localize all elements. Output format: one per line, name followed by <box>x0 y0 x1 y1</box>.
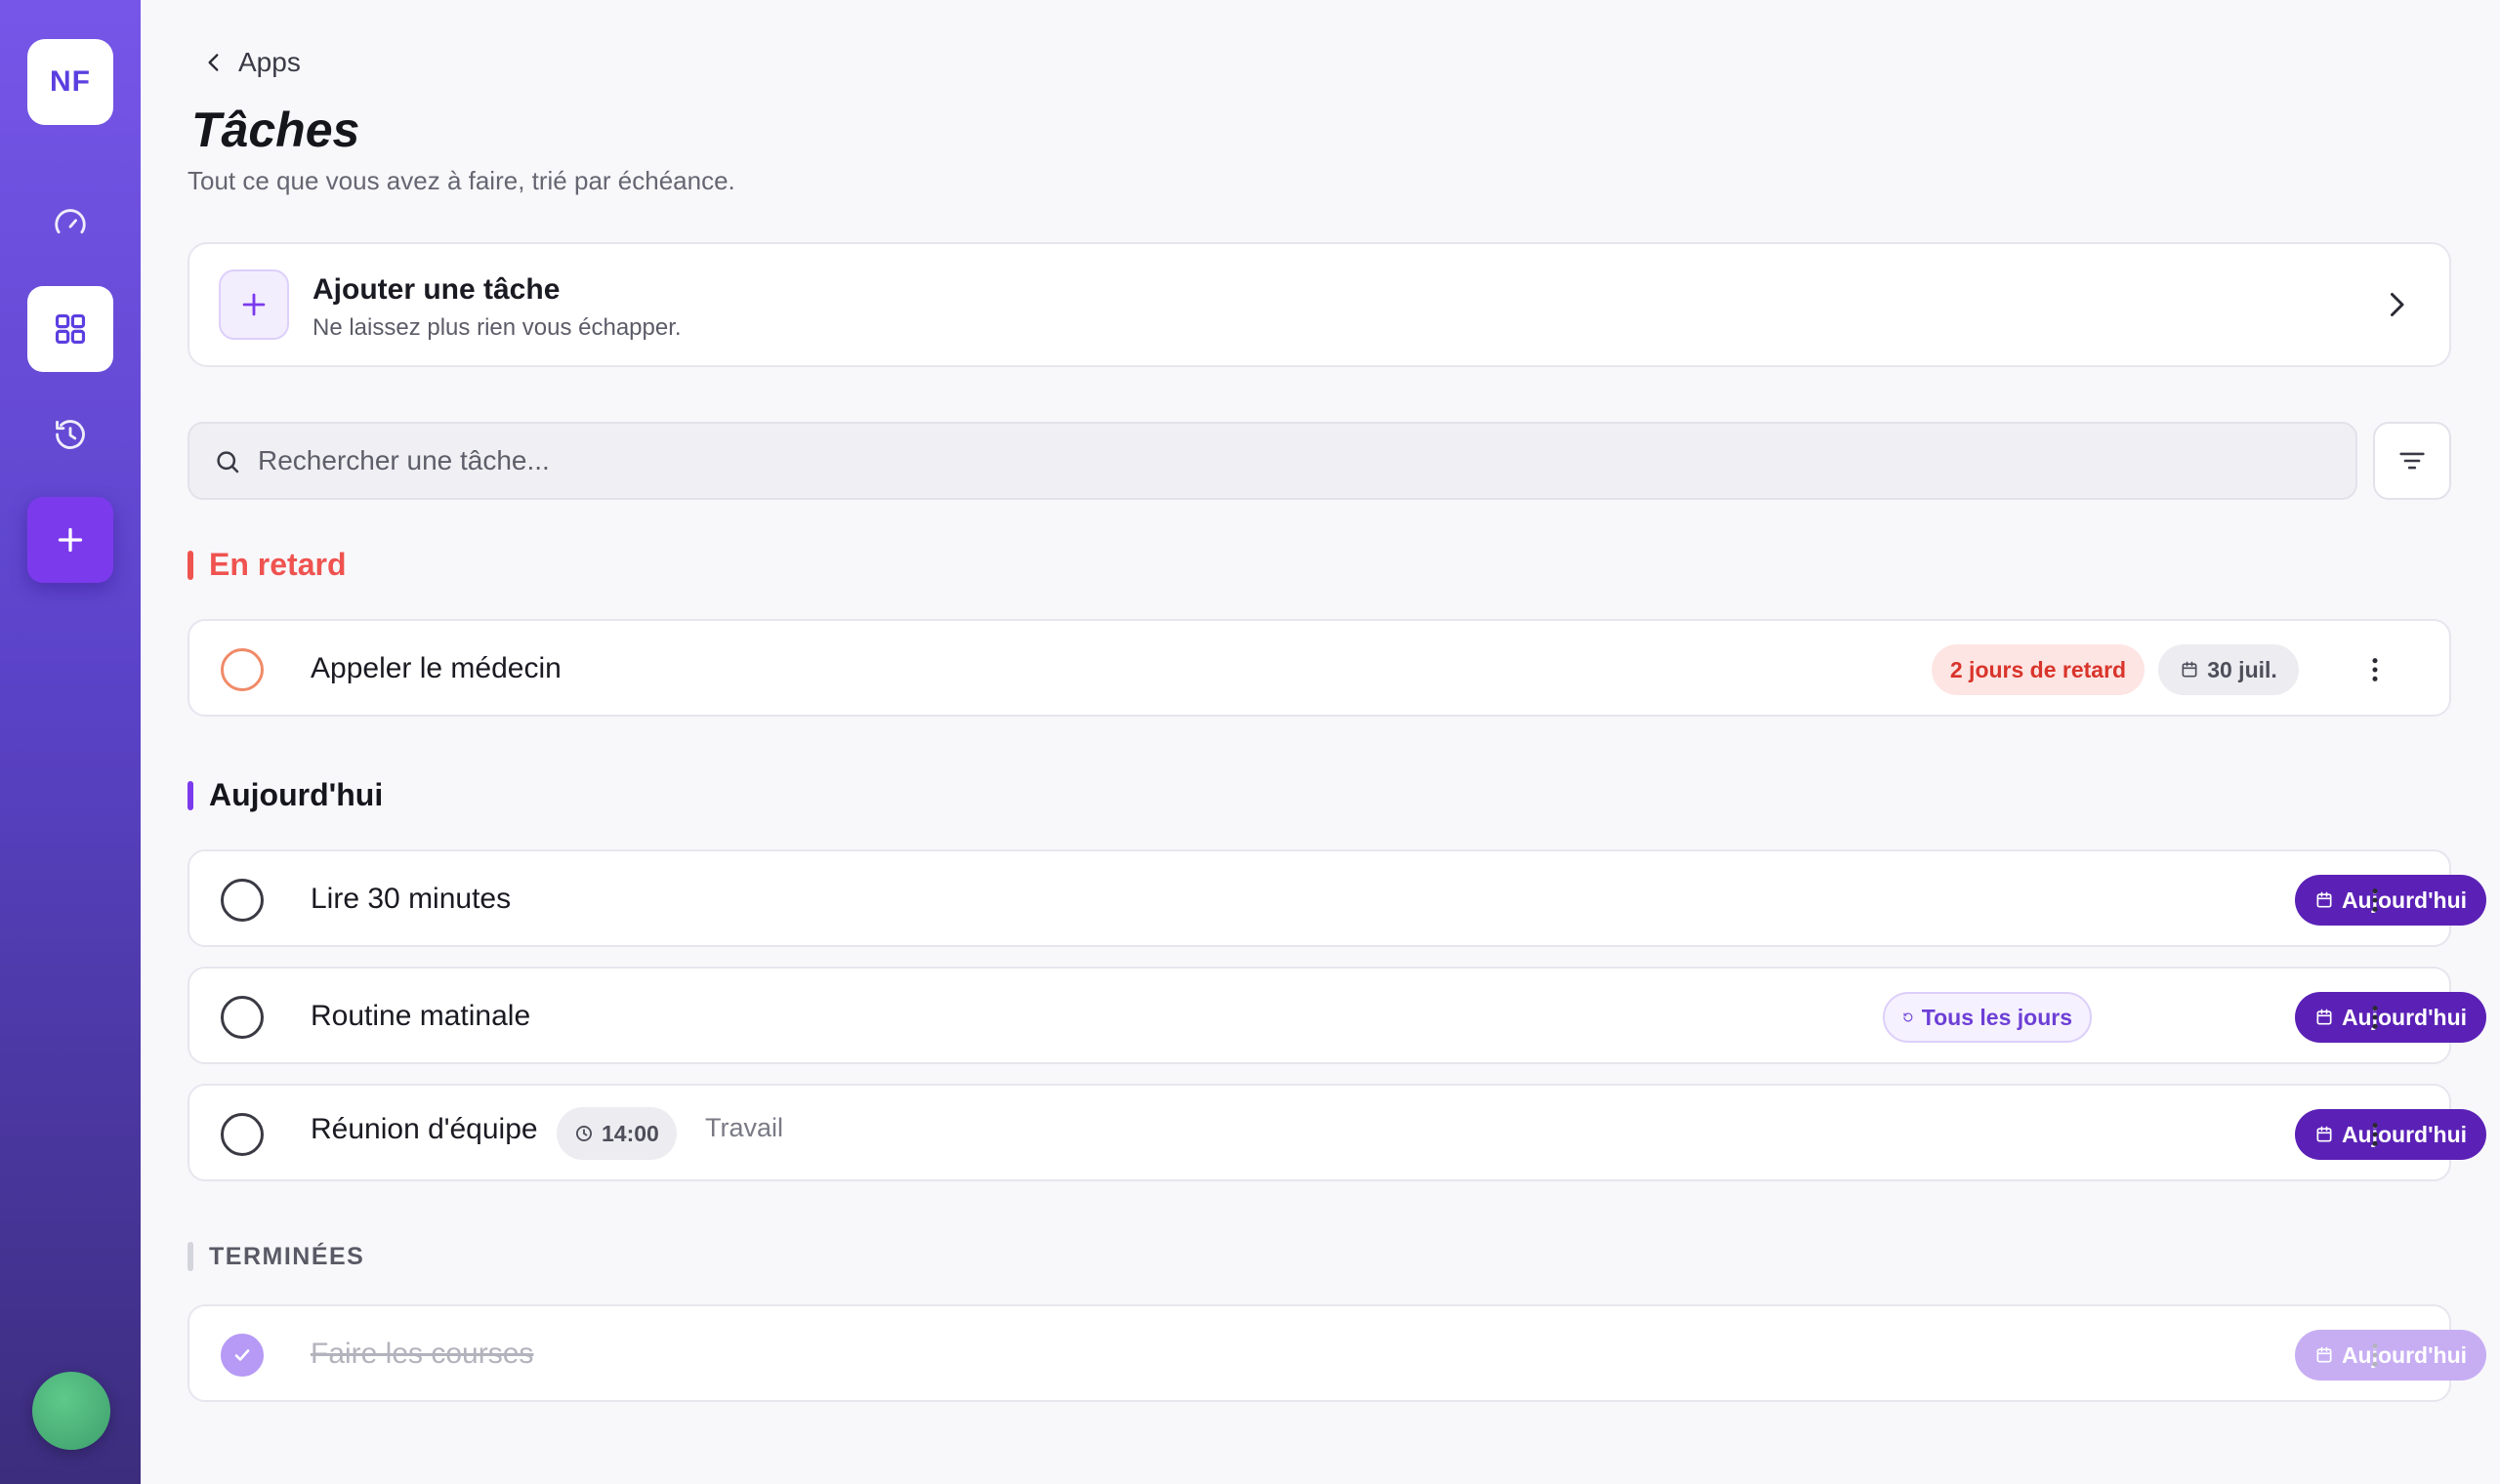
task-checkbox[interactable] <box>221 1113 264 1156</box>
task-row[interactable]: Lire 30 minutes Aujourd'hui <box>188 849 2486 947</box>
page-subtitle: Tout ce que vous avez à faire, trié par … <box>188 166 735 195</box>
sidebar-add-button[interactable] <box>27 497 113 583</box>
task-name: Appeler le médecin <box>311 652 562 684</box>
section-accent-bar <box>188 550 193 580</box>
chevron-right-icon <box>2391 293 2404 316</box>
section-title-today: Aujourd'hui <box>188 777 383 813</box>
date-badge-label: 30 juil. <box>2207 656 2277 682</box>
more-vertical-icon[interactable] <box>2359 1002 2391 1033</box>
due-today-badge: Aujourd'hui <box>2295 1109 2486 1160</box>
main-content: Apps Tâches Tout ce que vous avez à fair… <box>188 0 2486 1484</box>
time-badge: 14:00 <box>557 1107 677 1160</box>
task-row[interactable]: Routine matinale Tous les jours Aujourd'… <box>188 967 2486 1064</box>
repeat-icon <box>1903 1012 1913 1022</box>
calendar-icon <box>2182 661 2197 678</box>
section-title-overdue: En retard <box>188 547 346 583</box>
breadcrumb[interactable]: Apps <box>201 45 301 80</box>
due-today-badge: Aujourd'hui <box>2295 992 2486 1043</box>
calendar-icon <box>2316 1346 2332 1363</box>
section-accent-bar <box>188 780 193 810</box>
section-label: En retard <box>209 547 347 582</box>
due-today-badge: Aujourd'hui <box>2295 1330 2486 1381</box>
task-row[interactable]: Appeler le médecin 2 jours de retard 30 … <box>188 619 2451 717</box>
search-bar <box>188 422 2357 500</box>
add-task-card[interactable]: Ajouter une tâche Ne laissez plus rien v… <box>188 242 2451 367</box>
search-icon <box>217 451 239 474</box>
repeat-badge: Tous les jours <box>1883 992 2092 1043</box>
sidebar: NF <box>0 0 141 1484</box>
section-label: Aujourd'hui <box>209 777 384 812</box>
gauge-icon <box>55 209 86 234</box>
filter-icon <box>2399 452 2425 470</box>
more-vertical-icon[interactable] <box>2359 1119 2391 1150</box>
task-name: Lire 30 minutes <box>311 883 512 915</box>
task-row[interactable]: Réunion d'équipe 14:00 Travail Aujourd'h… <box>188 1084 2486 1181</box>
breadcrumb-back-label: Apps <box>238 47 301 77</box>
filter-button[interactable] <box>2373 422 2451 500</box>
overdue-badge: 2 jours de retard <box>1932 644 2145 695</box>
date-badge: 30 juil. <box>2158 644 2299 695</box>
task-tag: Travail <box>705 1113 784 1142</box>
user-avatar[interactable] <box>32 1372 110 1450</box>
task-checkbox-checked[interactable] <box>221 1334 264 1377</box>
more-vertical-icon[interactable] <box>2359 654 2391 685</box>
task-checkbox[interactable] <box>221 879 264 922</box>
add-task-subtitle: Ne laissez plus rien vous échapper. <box>312 314 682 341</box>
history-icon <box>56 420 85 449</box>
section-label: TERMINÉES <box>209 1242 365 1270</box>
sidebar-item-apps[interactable] <box>27 286 113 372</box>
chevron-left-icon <box>208 54 219 71</box>
calendar-icon <box>2316 1126 2332 1142</box>
task-checkbox[interactable] <box>221 996 264 1039</box>
due-today-badge: Aujourd'hui <box>2295 875 2486 926</box>
more-vertical-icon[interactable] <box>2359 1340 2391 1371</box>
task-name: Routine matinale <box>311 1000 531 1032</box>
grid-icon <box>55 313 86 345</box>
task-name: Réunion d'équipe <box>311 1113 538 1145</box>
search-input[interactable] <box>258 424 2309 498</box>
check-icon <box>234 1349 250 1361</box>
sidebar-item-history[interactable] <box>27 392 113 477</box>
page-title: Tâches <box>191 103 360 157</box>
section-accent-bar <box>188 1242 193 1271</box>
app-root: NF Apps Tâches Tout ce que vous avez à f… <box>0 0 2500 1484</box>
task-checkbox[interactable] <box>221 648 264 691</box>
more-vertical-icon[interactable] <box>2359 885 2391 916</box>
calendar-icon <box>2316 891 2332 908</box>
overdue-badge-label: 2 jours de retard <box>1949 656 2127 682</box>
task-row[interactable]: Faire les courses Aujourd'hui <box>188 1304 2486 1402</box>
time-badge-label: 14:00 <box>602 1120 659 1146</box>
repeat-badge-label: Tous les jours <box>1921 1004 2072 1030</box>
add-task-plus-box <box>219 269 289 340</box>
add-task-title: Ajouter une tâche <box>312 273 561 306</box>
sidebar-item-dashboard[interactable] <box>27 181 113 267</box>
clock-icon <box>576 1126 592 1141</box>
task-name: Faire les courses <box>311 1338 534 1370</box>
plus-icon <box>58 527 83 553</box>
calendar-icon <box>2316 1009 2332 1025</box>
plus-icon <box>242 293 266 316</box>
app-logo[interactable]: NF <box>27 39 113 125</box>
section-title-done: TERMINÉES <box>188 1242 364 1271</box>
